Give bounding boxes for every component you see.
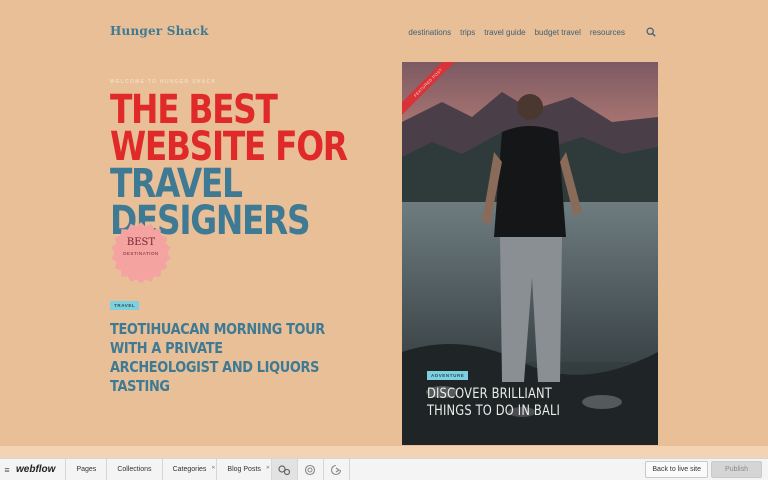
- main-nav: destinations trips travel guide budget t…: [408, 25, 658, 39]
- card-title[interactable]: DISCOVER BRILLIANT THINGS TO DO IN BALI: [427, 386, 591, 420]
- publish-button[interactable]: Publish: [711, 461, 762, 478]
- search-icon[interactable]: [644, 25, 658, 39]
- cms-settings-icon[interactable]: [271, 458, 298, 480]
- nav-budget-travel[interactable]: budget travel: [535, 28, 581, 37]
- tab-blog-posts[interactable]: Blog Posts ✕: [217, 457, 272, 480]
- tab-categories[interactable]: Categories ✕: [163, 457, 218, 480]
- category-tag[interactable]: TRAVEL: [110, 301, 140, 310]
- hamburger-icon[interactable]: ≡: [0, 459, 14, 480]
- audit-icon[interactable]: [324, 458, 350, 480]
- tab-categories-label: Categories: [172, 465, 207, 473]
- badge-title: BEST: [126, 237, 156, 248]
- tab-collections[interactable]: Collections: [107, 458, 163, 480]
- tab-collections-label: Collections: [117, 465, 152, 473]
- webflow-editor-bar: ≡ webflow Pages Collections Categories ✕ …: [0, 458, 768, 480]
- badge-subtitle: DESTINATION: [123, 251, 159, 256]
- best-destination-badge: BEST DESTINATION: [110, 221, 172, 283]
- nav-destinations[interactable]: destinations: [408, 28, 451, 37]
- hero-eyebrow: WELCOME TO HUNGER SHACK: [110, 79, 217, 85]
- tab-pages[interactable]: Pages: [66, 458, 108, 480]
- close-icon[interactable]: ✕: [266, 457, 270, 479]
- tab-pages-label: Pages: [76, 465, 97, 473]
- webflow-logo: webflow: [14, 458, 67, 480]
- page-footer-strip: [0, 446, 768, 458]
- site-logo[interactable]: Hunger Shack: [110, 24, 209, 38]
- tab-blog-posts-label: Blog Posts: [227, 465, 261, 473]
- hero-heading: THE BEST WEBSITE FOR TRAVEL DESIGNERS: [110, 90, 348, 241]
- featured-card[interactable]: FEATURED POST ADVENTURE DISCOVER BRILLIA…: [402, 62, 658, 445]
- back-to-live-site-button[interactable]: Back to live site: [645, 461, 709, 478]
- story-title[interactable]: TEOTIHUACAN MORNING TOUR WITH A PRIVATE …: [110, 320, 334, 396]
- page: Hunger Shack destinations trips travel g…: [0, 0, 768, 458]
- card-tag[interactable]: ADVENTURE: [427, 371, 469, 380]
- nav-resources[interactable]: resources: [590, 28, 625, 37]
- close-icon[interactable]: ✕: [211, 457, 215, 479]
- nav-trips[interactable]: trips: [460, 28, 475, 37]
- nav-travel-guide[interactable]: travel guide: [484, 28, 525, 37]
- preview-icon[interactable]: [298, 458, 324, 480]
